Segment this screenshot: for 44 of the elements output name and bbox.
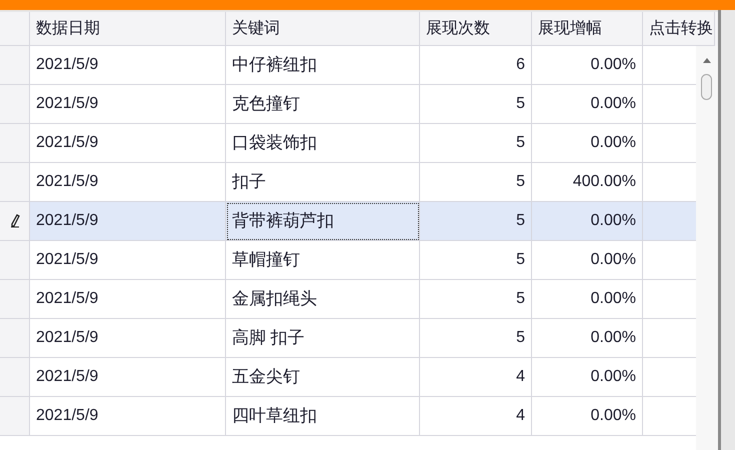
impressions-cell: 6 — [420, 46, 532, 85]
impressions-cell: 5 — [420, 241, 532, 280]
date-cell: 2021/5/9 — [30, 280, 226, 319]
growth-cell: 0.00% — [532, 319, 643, 358]
keyword-cell: 高脚 扣子 — [226, 319, 420, 358]
keyword-cell: 口袋装饰扣 — [226, 124, 420, 163]
row-header[interactable] — [0, 202, 30, 241]
impressions-cell: 4 — [420, 358, 532, 397]
keyword-cell: 金属扣绳头 — [226, 280, 420, 319]
keyword-cell: 背带裤葫芦扣 — [226, 202, 420, 241]
date-cell: 2021/5/9 — [30, 163, 226, 202]
date-cell: 2021/5/9 — [30, 397, 226, 436]
impressions-cell: 5 — [420, 280, 532, 319]
date-cell: 2021/5/9 — [30, 124, 226, 163]
date-cell: 2021/5/9 — [30, 241, 226, 280]
impressions-cell: 5 — [420, 319, 532, 358]
growth-cell: 0.00% — [532, 241, 643, 280]
date-cell: 2021/5/9 — [30, 202, 226, 241]
growth-cell: 0.00% — [532, 358, 643, 397]
keyword-cell: 五金尖钉 — [226, 358, 420, 397]
growth-cell: 0.00% — [532, 280, 643, 319]
date-cell: 2021/5/9 — [30, 85, 226, 124]
growth-cell: 0.00% — [532, 85, 643, 124]
date-cell: 2021/5/9 — [30, 358, 226, 397]
growth-cell: 0.00% — [532, 397, 643, 436]
growth-cell: 0.00% — [532, 46, 643, 85]
impressions-cell: 4 — [420, 397, 532, 436]
scrollbar-thumb[interactable] — [701, 74, 712, 100]
keyword-cell: 扣子 — [226, 163, 420, 202]
keyword-cell: 中仔裤纽扣 — [226, 46, 420, 85]
growth-cell: 0.00% — [532, 124, 643, 163]
impressions-cell: 5 — [420, 163, 532, 202]
growth-cell: 0.00% — [532, 202, 643, 241]
date-cell: 2021/5/9 — [30, 319, 226, 358]
date-cell: 2021/5/9 — [30, 46, 226, 85]
keyword-cell: 四叶草纽扣 — [226, 397, 420, 436]
impressions-cell: 5 — [420, 202, 532, 241]
impressions-cell: 5 — [420, 124, 532, 163]
impressions-cell: 5 — [420, 85, 532, 124]
keyword-cell: 草帽撞钉 — [226, 241, 420, 280]
growth-cell: 400.00% — [532, 163, 643, 202]
scroll-up-icon[interactable] — [703, 58, 711, 63]
keyword-cell: 克色撞钉 — [226, 85, 420, 124]
pencil-icon — [10, 214, 20, 228]
